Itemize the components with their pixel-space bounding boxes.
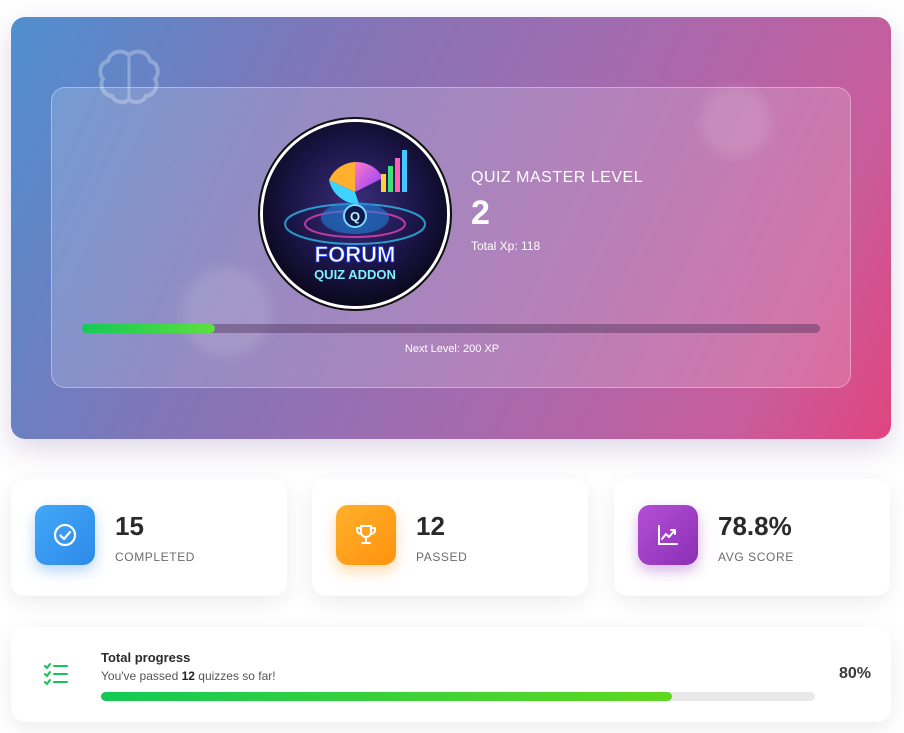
level-card: Q FORUM QUIZ ADDON QUIZ MASTER LEVEL 2 T… <box>51 87 851 388</box>
trophy-icon <box>336 505 396 565</box>
stat-card-avg-score: 78.8% AVG SCORE <box>614 479 890 596</box>
total-progress-fill <box>101 692 673 701</box>
logo-line1: FORUM <box>315 242 396 267</box>
total-progress-card: Total progress You've passed 12 quizzes … <box>11 627 891 722</box>
xp-progress-fill <box>82 324 215 333</box>
logo-line2: QUIZ ADDON <box>314 267 396 282</box>
avg-score-value: 78.8% <box>718 511 792 541</box>
completed-count: 15 <box>115 511 144 541</box>
avg-score-label: AVG SCORE <box>718 550 794 564</box>
stat-card-passed: 12 PASSED <box>312 479 588 596</box>
level-info: QUIZ MASTER LEVEL 2 Total Xp: 118 <box>471 169 643 253</box>
logo-badge: Q <box>350 209 360 224</box>
forum-quiz-addon-logo: Q FORUM QUIZ ADDON <box>260 119 450 309</box>
passed-label: PASSED <box>416 550 468 564</box>
check-circle-icon <box>35 505 95 565</box>
level-label: QUIZ MASTER LEVEL <box>471 169 644 186</box>
progress-sub-suffix: quizzes so far! <box>194 669 276 683</box>
passed-count: 12 <box>416 511 445 541</box>
stat-card-completed: 15 COMPLETED <box>11 479 287 596</box>
total-xp: Total Xp: 118 <box>471 239 541 253</box>
progress-sub-count: 12 <box>181 669 195 683</box>
completed-label: COMPLETED <box>115 550 196 564</box>
progress-sub-prefix: You've passed <box>101 669 182 683</box>
progress-subtitle: You've passed 12 quizzes so far! <box>101 669 276 683</box>
progress-percent: 80% <box>838 665 871 682</box>
progress-title: Total progress <box>101 650 191 665</box>
checklist-icon <box>44 663 68 685</box>
next-level-label: Next Level: 200 XP <box>404 343 500 355</box>
level-number: 2 <box>471 194 490 232</box>
xp-progress-bar <box>82 324 820 333</box>
trend-chart-icon <box>638 505 698 565</box>
total-progress-bar <box>101 692 815 701</box>
level-hero-banner: Q FORUM QUIZ ADDON QUIZ MASTER LEVEL 2 T… <box>11 17 891 439</box>
